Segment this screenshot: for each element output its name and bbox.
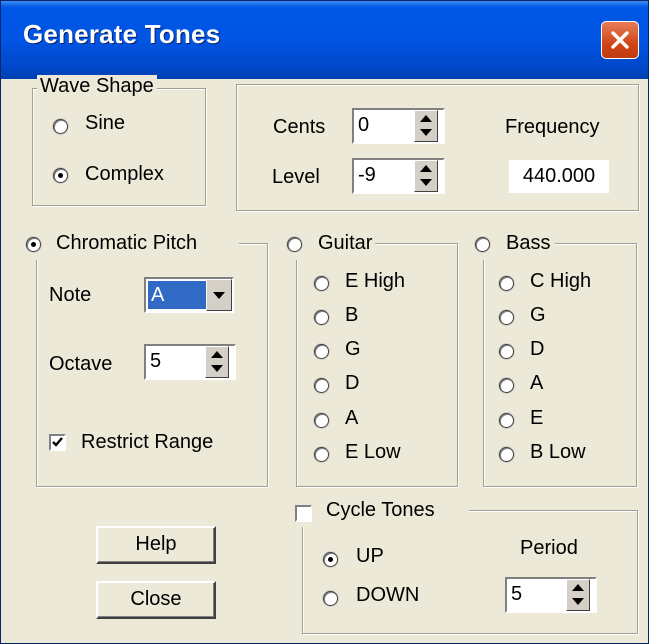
- period-label: Period: [520, 537, 578, 559]
- radio-guitar-d[interactable]: [314, 378, 329, 393]
- guitar-b-label: B: [345, 304, 359, 326]
- cents-label: Cents: [273, 116, 326, 138]
- generate-tones-dialog: Generate Tones Wave Shape Sine Complex C…: [0, 0, 649, 644]
- bass-g-label: G: [530, 304, 546, 326]
- radio-sine[interactable]: [53, 119, 68, 134]
- note-dropdown-button[interactable]: [206, 279, 232, 311]
- chevron-down-icon: [213, 292, 225, 299]
- bass-b-low-label: B Low: [530, 441, 586, 463]
- level-spinner[interactable]: [414, 160, 438, 192]
- octave-label: Octave: [49, 353, 113, 375]
- note-value: A: [148, 281, 207, 309]
- spin-down-icon[interactable]: [415, 126, 437, 141]
- sine-label: Sine: [85, 112, 126, 134]
- cents-value: 0: [358, 114, 370, 136]
- title-bar[interactable]: Generate Tones: [1, 1, 648, 79]
- radio-bass-a[interactable]: [499, 378, 514, 393]
- radio-bass-e[interactable]: [499, 413, 514, 428]
- checkmark-icon: [52, 437, 63, 447]
- close-icon: [611, 31, 629, 49]
- radio-guitar-e-high[interactable]: [314, 276, 329, 291]
- bass-c-high-label: C High: [530, 270, 592, 292]
- guitar-e-low-label: E Low: [345, 441, 401, 463]
- wave-shape-group: [32, 88, 206, 206]
- guitar-e-high-label: E High: [345, 270, 406, 292]
- level-value: -9: [358, 164, 376, 186]
- radio-chromatic-pitch[interactable]: [26, 237, 41, 252]
- note-label: Note: [49, 284, 92, 306]
- frequency-value: 440.000: [509, 160, 609, 193]
- radio-bass[interactable]: [475, 237, 490, 252]
- restrict-range-checkbox[interactable]: [49, 434, 66, 451]
- radio-guitar-a[interactable]: [314, 413, 329, 428]
- spin-down-icon[interactable]: [415, 176, 437, 191]
- radio-cycle-down[interactable]: [323, 591, 338, 606]
- radio-bass-g[interactable]: [499, 310, 514, 325]
- spin-up-icon[interactable]: [206, 347, 228, 362]
- wave-shape-title: Wave Shape: [37, 75, 157, 98]
- help-button[interactable]: Help: [96, 526, 216, 564]
- complex-label: Complex: [85, 163, 164, 185]
- dialog-body: Wave Shape Sine Complex Cents 0 Level -9…: [1, 75, 648, 643]
- radio-bass-d[interactable]: [499, 344, 514, 359]
- guitar-d-label: D: [345, 372, 360, 394]
- period-spinner[interactable]: [566, 579, 590, 611]
- guitar-label: Guitar: [318, 232, 373, 254]
- cycle-tones-group: [302, 510, 638, 634]
- close-button[interactable]: Close: [96, 581, 216, 619]
- radio-cycle-up[interactable]: [323, 552, 338, 567]
- spin-up-icon[interactable]: [415, 111, 437, 126]
- level-label: Level: [272, 166, 320, 188]
- cycle-tones-label: Cycle Tones: [326, 499, 435, 521]
- bass-e-label: E: [530, 407, 544, 429]
- cycle-tones-checkbox[interactable]: [295, 505, 312, 522]
- radio-guitar-e-low[interactable]: [314, 447, 329, 462]
- frequency-label: Frequency: [505, 116, 600, 138]
- spin-down-icon[interactable]: [206, 362, 228, 377]
- guitar-a-label: A: [345, 407, 359, 429]
- cycle-up-label: UP: [356, 545, 384, 567]
- guitar-g-label: G: [345, 338, 361, 360]
- radio-guitar-b[interactable]: [314, 310, 329, 325]
- radio-bass-b-low[interactable]: [499, 447, 514, 462]
- chromatic-pitch-label: Chromatic Pitch: [56, 232, 198, 254]
- radio-guitar[interactable]: [287, 237, 302, 252]
- close-window-button[interactable]: [601, 21, 639, 59]
- restrict-range-label: Restrict Range: [81, 431, 214, 453]
- octave-spinner[interactable]: [205, 346, 229, 378]
- spin-down-icon[interactable]: [567, 595, 589, 610]
- window-title: Generate Tones: [23, 19, 221, 49]
- spin-up-icon[interactable]: [567, 580, 589, 595]
- period-value: 5: [511, 583, 523, 605]
- cycle-down-label: DOWN: [356, 584, 420, 606]
- bass-d-label: D: [530, 338, 545, 360]
- radio-bass-c-high[interactable]: [499, 276, 514, 291]
- bass-a-label: A: [530, 372, 544, 394]
- radio-complex[interactable]: [53, 168, 68, 183]
- radio-guitar-g[interactable]: [314, 344, 329, 359]
- spin-up-icon[interactable]: [415, 161, 437, 176]
- cents-spinner[interactable]: [414, 110, 438, 142]
- bass-label: Bass: [506, 232, 551, 254]
- octave-value: 5: [150, 350, 162, 372]
